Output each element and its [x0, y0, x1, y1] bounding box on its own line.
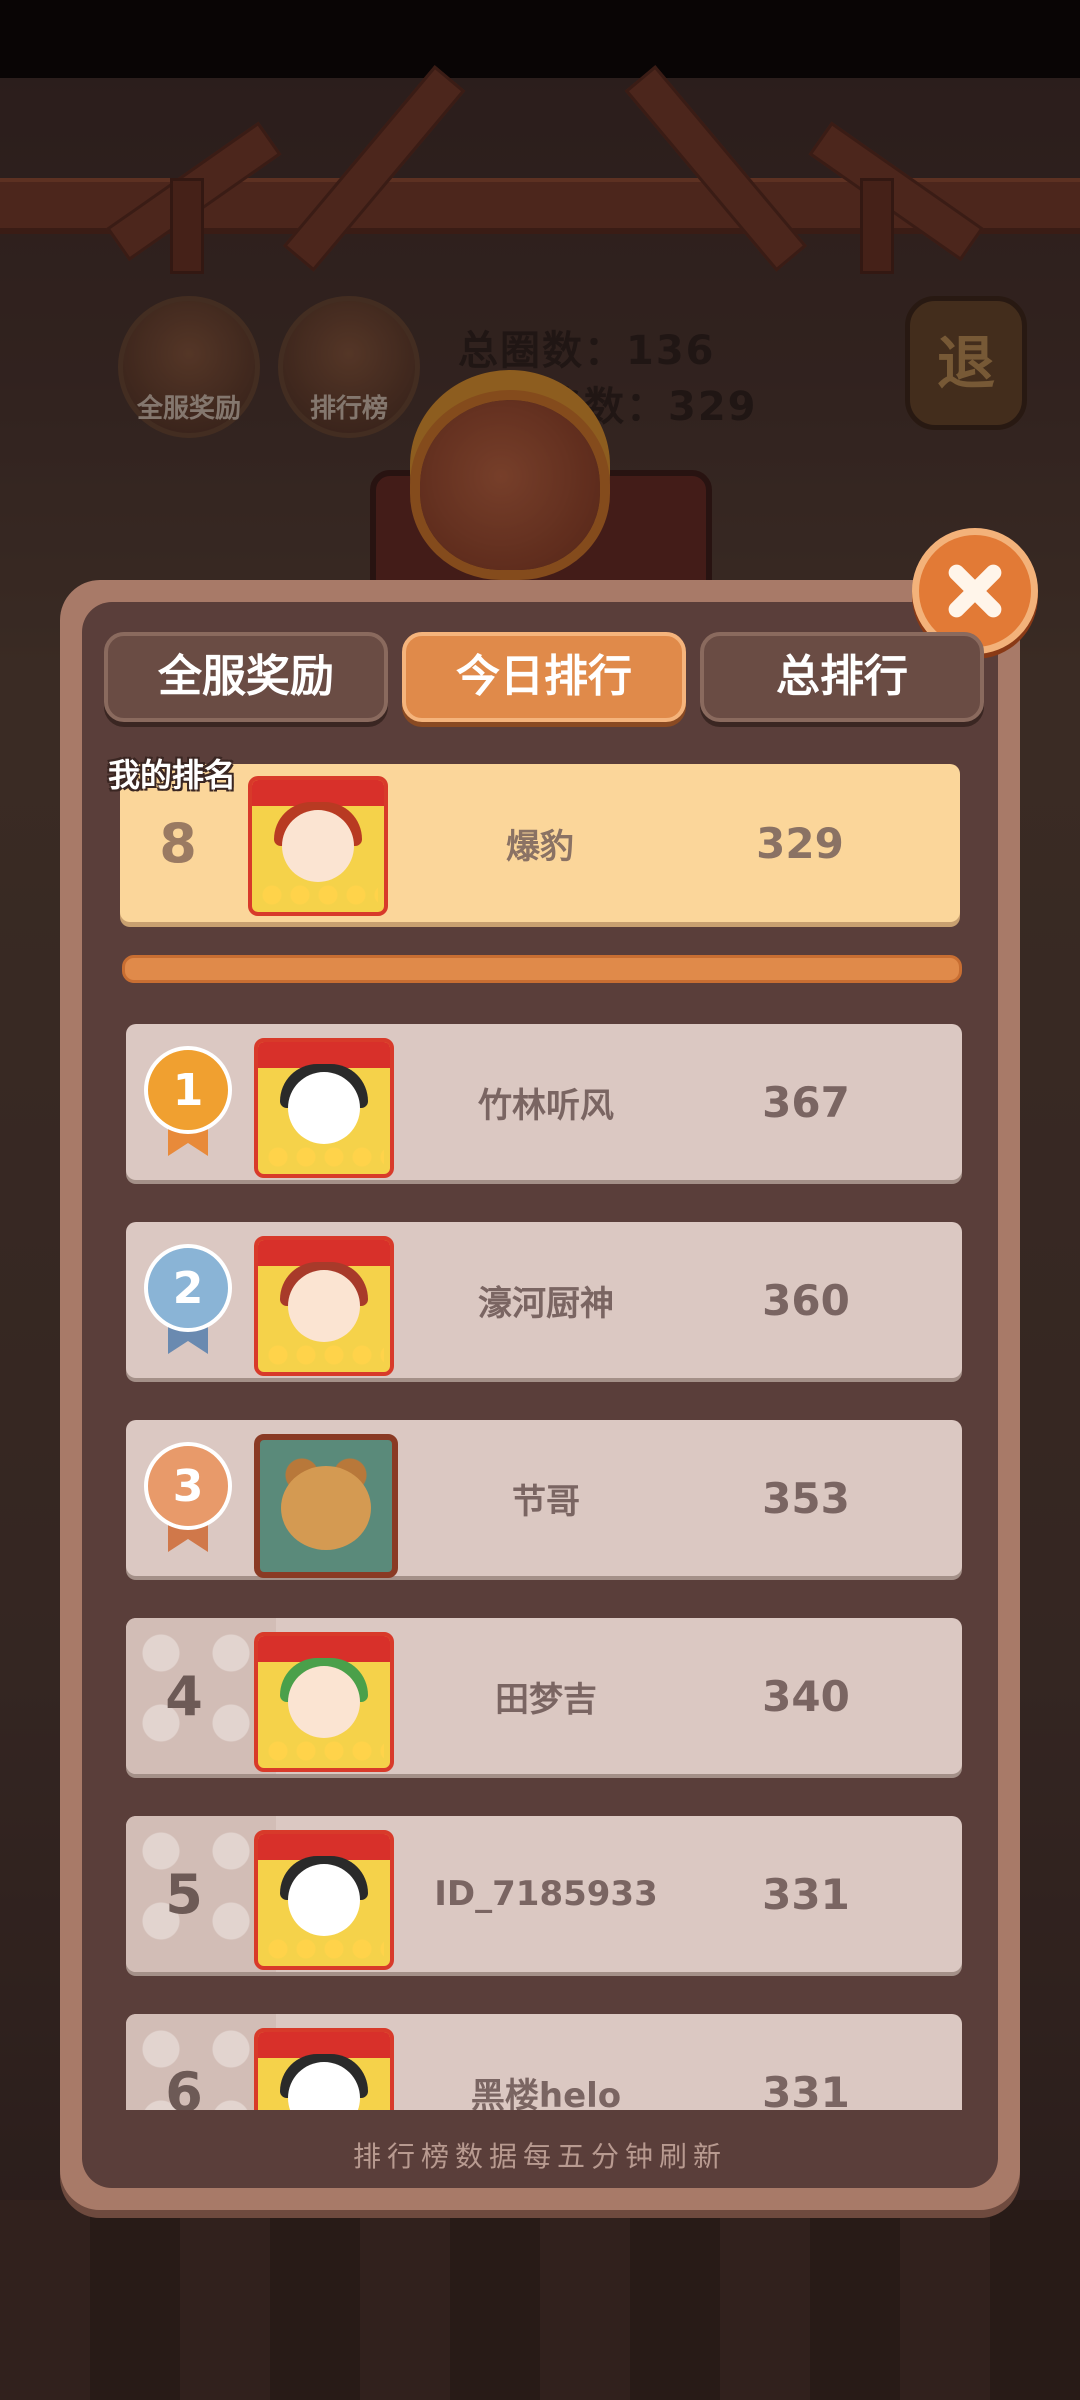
player-name: ID_7185933: [434, 1874, 658, 1914]
my-rank-score: 329: [756, 818, 844, 868]
tab-today-ranking[interactable]: 今日排行: [402, 632, 686, 722]
player-score: 360: [762, 1275, 850, 1325]
my-rank-row: 8 爆豹 329: [120, 764, 960, 922]
player-score: 367: [762, 1077, 850, 1127]
ranking-row-3: 3 节哥 353: [126, 1420, 962, 1578]
tab-server-reward[interactable]: 全服奖励: [104, 632, 388, 722]
rank-number: 6: [165, 2060, 203, 2111]
ranking-list[interactable]: 1 竹林听风 367 2 濠河厨神 360 3 节哥 353 4 田梦吉 340…: [120, 1010, 970, 2110]
player-name: 濠河厨神: [478, 1283, 614, 1324]
player-avatar: [254, 1830, 394, 1970]
player-name: 黑楼helo: [470, 2075, 622, 2111]
player-score: 340: [762, 1671, 850, 1721]
player-name: 田梦吉: [495, 1679, 597, 1720]
section-divider: [122, 955, 962, 983]
player-score: 331: [762, 1869, 850, 1919]
player-avatar: [254, 2028, 394, 2110]
player-avatar: [254, 1632, 394, 1772]
ranking-row-6: 6 黑楼helo 331: [126, 2014, 962, 2110]
rank-number: 5: [165, 1862, 203, 1926]
ranking-row-5: 5 ID_7185933 331: [126, 1816, 962, 1972]
bronze-medal-icon: 3: [144, 1442, 232, 1554]
ranking-row-2: 2 濠河厨神 360: [126, 1222, 962, 1378]
player-name: 竹林听风: [478, 1085, 614, 1126]
player-avatar: [254, 1038, 394, 1178]
ranking-row-1: 1 竹林听风 367: [126, 1024, 962, 1180]
player-score: 353: [762, 1473, 850, 1523]
my-rank-label: 我的排名: [108, 756, 237, 794]
rank-number: 4: [165, 1664, 203, 1728]
player-avatar: [254, 1236, 394, 1376]
ranking-row-4: 4 田梦吉 340: [126, 1618, 962, 1774]
player-name: 节哥: [512, 1481, 580, 1522]
my-rank-name: 爆豹: [506, 826, 574, 867]
tab-total-ranking[interactable]: 总排行: [700, 632, 984, 722]
refresh-note: 排行榜数据每五分钟刷新: [352, 2140, 727, 2173]
player-score: 331: [762, 2067, 850, 2111]
my-avatar: [248, 776, 388, 916]
gold-medal-icon: 1: [144, 1046, 232, 1158]
silver-medal-icon: 2: [144, 1244, 232, 1356]
